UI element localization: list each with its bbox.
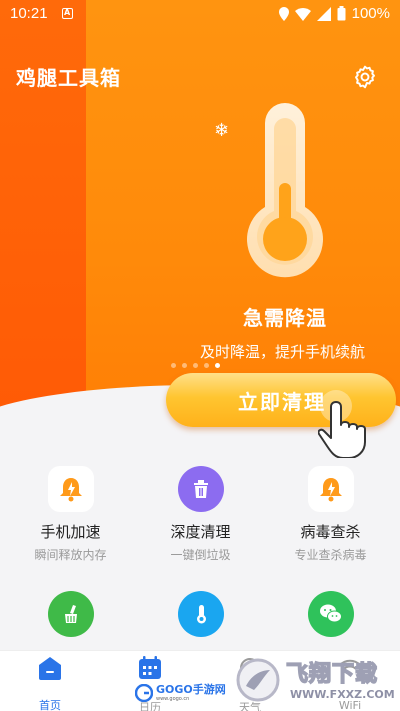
wechat-icon — [307, 591, 354, 637]
status-icons: 100% — [278, 5, 390, 22]
carousel-dot[interactable] — [204, 363, 209, 368]
tool-phone-speedup[interactable]: 手机加速 瞬间释放内存 — [4, 466, 137, 563]
calendar-icon — [139, 656, 161, 679]
trash-icon — [177, 466, 224, 512]
fxxz-watermark-url: WWW.FXXZ.COM — [290, 688, 395, 701]
gogo-watermark: GOGO手游网 www.gogo.cn — [135, 682, 226, 704]
battery-icon — [337, 6, 346, 21]
warning-subtitle: 及时降温，提升手机续航 — [200, 343, 366, 361]
status-bar: 10:21 A 100% — [0, 0, 400, 27]
fxxz-watermark: 飞翔下载 WWW.FXXZ.COM — [236, 652, 395, 708]
carousel-dot[interactable] — [171, 363, 176, 368]
gogo-watermark-url: www.gogo.cn — [156, 696, 190, 702]
rocket-bell-icon — [47, 466, 94, 512]
broom-icon — [47, 591, 94, 637]
carousel-dot[interactable] — [193, 363, 198, 368]
cell-signal-icon — [316, 6, 331, 21]
status-time: 10:21 — [10, 5, 48, 22]
carousel-dot[interactable] — [182, 363, 187, 368]
app-title: 鸡腿工具箱 — [16, 66, 121, 90]
tool-virus-scan[interactable]: 病毒查杀 专业查杀病毒 — [264, 466, 397, 563]
tool-desc: 一键倒垃圾 — [170, 548, 231, 562]
tool-wechat-clean[interactable] — [264, 591, 397, 637]
gogo-watermark-text: GOGO手游网 — [156, 683, 226, 696]
notification-a-icon: A — [61, 8, 73, 19]
tool-desc: 专业查杀病毒 — [294, 548, 367, 562]
shield-bell-icon — [307, 466, 354, 512]
tool-deep-clean[interactable]: 深度清理 一键倒垃圾 — [134, 466, 267, 563]
tool-name: 深度清理 — [170, 523, 231, 541]
wifi-signal-icon — [294, 7, 311, 21]
thermometer-icon — [177, 591, 224, 637]
tool-name: 病毒查杀 — [300, 523, 361, 541]
tool-cleanup[interactable] — [4, 591, 137, 637]
tool-desc: 瞬间释放内存 — [34, 548, 107, 562]
tool-name: 手机加速 — [40, 523, 101, 541]
snowflake-icon: ❄ — [214, 120, 230, 141]
thermometer-illustration — [247, 103, 323, 278]
nav-home[interactable]: 首页 — [0, 651, 100, 711]
nav-label: 首页 — [39, 699, 61, 711]
location-icon — [278, 6, 289, 21]
tap-hand-icon — [318, 390, 366, 458]
tool-cooldown[interactable] — [134, 591, 267, 637]
carousel-dots — [171, 363, 220, 368]
warning-title: 急需降温 — [243, 306, 327, 330]
gogo-logo-icon — [135, 684, 153, 702]
battery-percent: 100% — [351, 5, 390, 22]
settings-gear-icon[interactable] — [352, 64, 378, 90]
fxxz-logo-icon — [236, 658, 280, 702]
home-icon — [39, 657, 61, 680]
fxxz-watermark-text: 飞翔下载 — [285, 661, 379, 688]
carousel-dot-active[interactable] — [215, 363, 220, 368]
